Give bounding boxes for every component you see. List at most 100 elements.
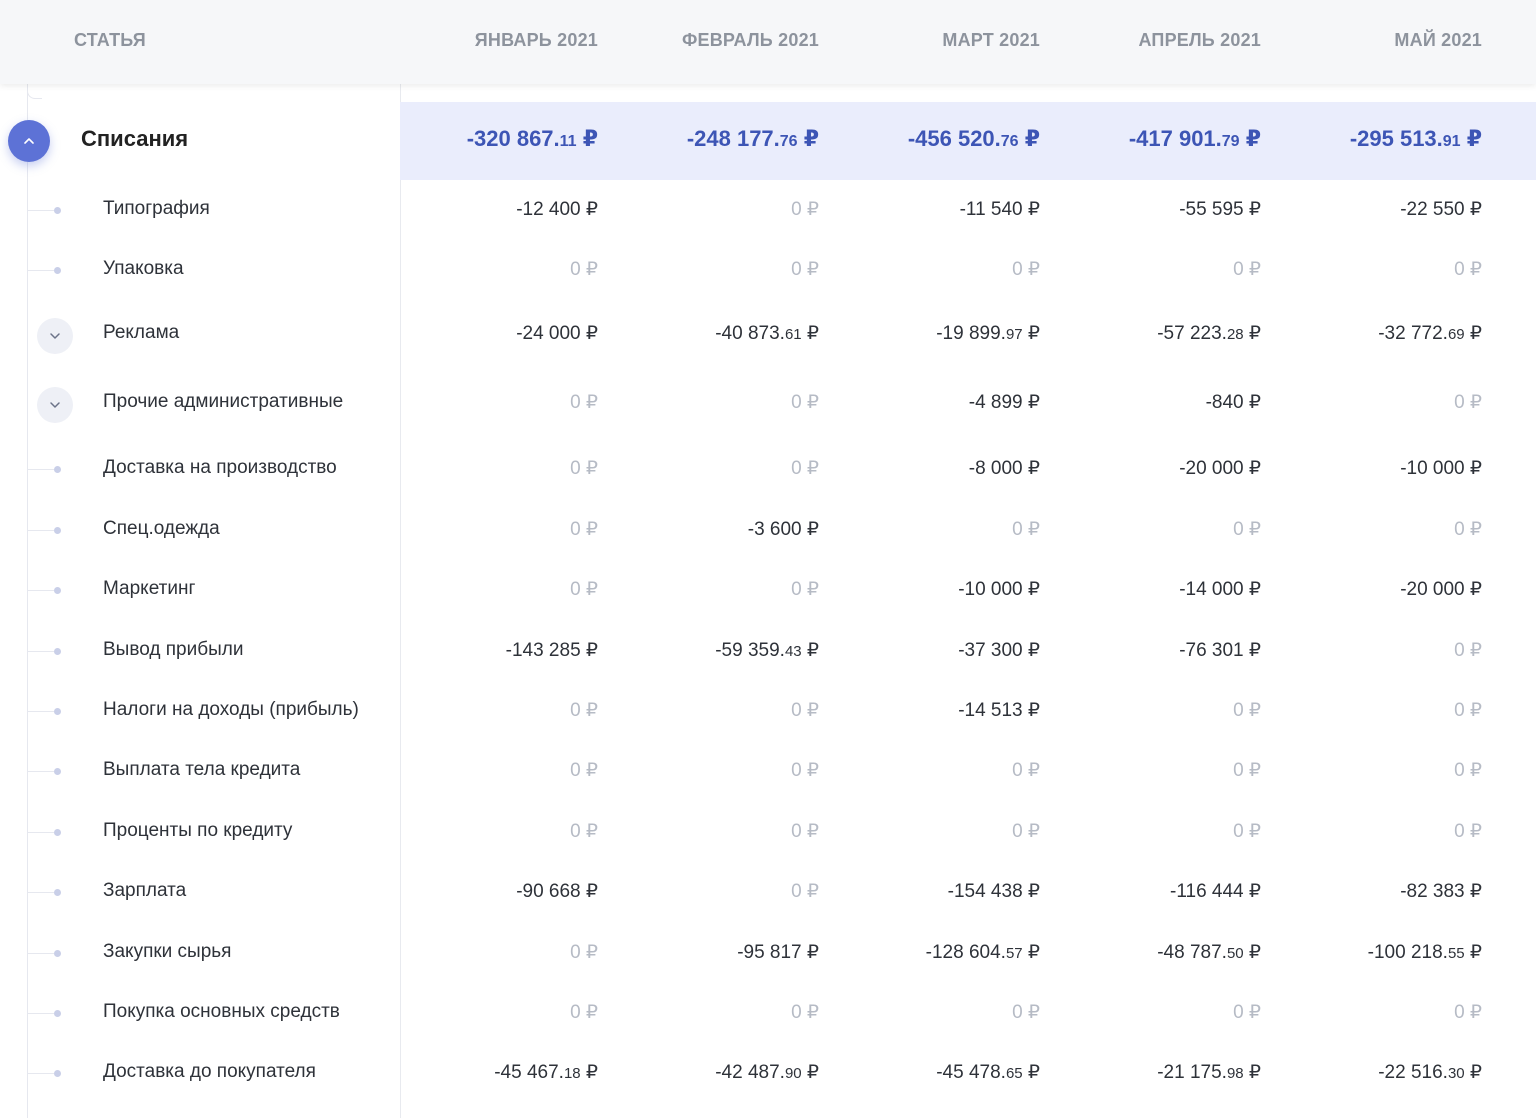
amount-cell-may[interactable]: -82 383 ₽ <box>1400 880 1482 903</box>
column-header-february[interactable]: ФЕВРАЛЬ 2021 <box>682 30 819 51</box>
table-row[interactable]: Доставка до покупателя -45 467.18 ₽ -42 48… <box>0 1049 1536 1099</box>
amount-cell-april[interactable]: -76 301 ₽ <box>1179 639 1261 662</box>
collapse-group-button[interactable] <box>8 120 50 162</box>
amount-cell-may[interactable]: -22 550 ₽ <box>1400 198 1482 221</box>
amount-cell-january[interactable]: 0 ₽ <box>570 258 598 281</box>
amount-cell-april[interactable]: 0 ₽ <box>1233 759 1261 782</box>
table-row[interactable]: Доставка на производство 0 ₽ 0 ₽ -8 000 ₽ -2… <box>0 445 1536 495</box>
column-header-may[interactable]: МАЙ 2021 <box>1394 30 1482 51</box>
amount-cell-january[interactable]: 0 ₽ <box>570 457 598 480</box>
amount-cell-january[interactable]: 0 ₽ <box>570 578 598 601</box>
column-header-april[interactable]: АПРЕЛЬ 2021 <box>1138 30 1261 51</box>
amount-cell-may[interactable]: -22 516.30 ₽ <box>1378 1061 1482 1084</box>
amount-cell-february[interactable]: 0 ₽ <box>791 457 819 480</box>
amount-cell-february[interactable]: 0 ₽ <box>791 578 819 601</box>
amount-cell-february[interactable]: 0 ₽ <box>791 820 819 843</box>
table-row[interactable]: Прочие административные 0 ₽ 0 ₽ -4 899 ₽ -84… <box>0 379 1536 429</box>
amount-cell-february[interactable]: 0 ₽ <box>791 198 819 221</box>
table-row[interactable]: Налоги на доходы (прибыль) 0 ₽ 0 ₽ -14 513 … <box>0 687 1536 737</box>
amount-cell-march[interactable]: 0 ₽ <box>1012 518 1040 541</box>
amount-cell-march[interactable]: -37 300 ₽ <box>958 639 1040 662</box>
table-row[interactable]: Покупка основных средств 0 ₽ 0 ₽ 0 ₽ 0 ₽ 0 ₽ <box>0 989 1536 1039</box>
amount-cell-march[interactable]: -4 899 ₽ <box>969 391 1040 414</box>
amount-cell-march[interactable]: -10 000 ₽ <box>958 578 1040 601</box>
amount-cell-may[interactable]: 0 ₽ <box>1454 639 1482 662</box>
amount-cell-march[interactable]: -11 540 ₽ <box>960 198 1040 221</box>
amount-cell-january[interactable]: -24 000 ₽ <box>516 322 598 345</box>
amount-cell-may[interactable]: -20 000 ₽ <box>1400 578 1482 601</box>
amount-cell-january[interactable]: 0 ₽ <box>570 941 598 964</box>
amount-cell-may[interactable]: 0 ₽ <box>1454 258 1482 281</box>
table-row[interactable]: Выплата тела кредита 0 ₽ 0 ₽ 0 ₽ 0 ₽ 0 ₽ <box>0 747 1536 797</box>
amount-cell-april[interactable]: -840 ₽ <box>1206 391 1261 414</box>
amount-cell-april[interactable]: 0 ₽ <box>1233 258 1261 281</box>
group-total-april[interactable]: -417 901.79 ₽ <box>1129 126 1261 152</box>
amount-cell-january[interactable]: 0 ₽ <box>570 1001 598 1024</box>
group-total-january[interactable]: -320 867.11 ₽ <box>467 126 598 152</box>
amount-cell-february[interactable]: 0 ₽ <box>791 759 819 782</box>
amount-cell-january[interactable]: -45 467.18 ₽ <box>494 1061 598 1084</box>
amount-cell-march[interactable]: -14 513 ₽ <box>958 699 1040 722</box>
expand-row-button[interactable] <box>37 318 73 354</box>
amount-cell-february[interactable]: 0 ₽ <box>791 1001 819 1024</box>
amount-cell-march[interactable]: 0 ₽ <box>1012 820 1040 843</box>
amount-cell-march[interactable]: 0 ₽ <box>1012 258 1040 281</box>
amount-cell-april[interactable]: 0 ₽ <box>1233 1001 1261 1024</box>
amount-cell-february[interactable]: 0 ₽ <box>791 699 819 722</box>
amount-cell-march[interactable]: -8 000 ₽ <box>969 457 1040 480</box>
amount-cell-february[interactable]: -40 873.61 ₽ <box>715 322 819 345</box>
table-row[interactable]: Закупки сырья 0 ₽ -95 817 ₽ -128 604.57 ₽ -4… <box>0 929 1536 979</box>
amount-cell-may[interactable]: 0 ₽ <box>1454 518 1482 541</box>
amount-cell-april[interactable]: 0 ₽ <box>1233 820 1261 843</box>
table-row[interactable]: Типография -12 400 ₽ 0 ₽ -11 540 ₽ -55 595 ₽… <box>0 186 1536 236</box>
table-row[interactable]: Спец.одежда 0 ₽ -3 600 ₽ 0 ₽ 0 ₽ 0 ₽ <box>0 506 1536 556</box>
amount-cell-january[interactable]: 0 ₽ <box>570 759 598 782</box>
table-row[interactable]: Вывод прибыли -143 285 ₽ -59 359.43 ₽ -37 3… <box>0 627 1536 677</box>
amount-cell-april[interactable]: -57 223.28 ₽ <box>1157 322 1261 345</box>
amount-cell-february[interactable]: 0 ₽ <box>791 258 819 281</box>
group-total-march[interactable]: -456 520.76 ₽ <box>908 126 1040 152</box>
table-row[interactable]: Проценты по кредиту 0 ₽ 0 ₽ 0 ₽ 0 ₽ 0 ₽ <box>0 808 1536 858</box>
amount-cell-april[interactable]: -21 175.98 ₽ <box>1157 1061 1261 1084</box>
amount-cell-february[interactable]: -3 600 ₽ <box>748 518 819 541</box>
amount-cell-april[interactable]: -48 787.50 ₽ <box>1157 941 1261 964</box>
amount-cell-january[interactable]: -90 668 ₽ <box>516 880 598 903</box>
amount-cell-march[interactable]: -19 899.97 ₽ <box>936 322 1040 345</box>
group-total-may[interactable]: -295 513.91 ₽ <box>1350 126 1482 152</box>
amount-cell-may[interactable]: 0 ₽ <box>1454 391 1482 414</box>
amount-cell-april[interactable]: -55 595 ₽ <box>1179 198 1261 221</box>
expand-row-button[interactable] <box>37 387 73 423</box>
amount-cell-april[interactable]: 0 ₽ <box>1233 518 1261 541</box>
amount-cell-march[interactable]: 0 ₽ <box>1012 759 1040 782</box>
table-row[interactable]: Упаковка 0 ₽ 0 ₽ 0 ₽ 0 ₽ 0 ₽ <box>0 246 1536 296</box>
amount-cell-may[interactable]: -100 218.55 ₽ <box>1368 941 1482 964</box>
amount-cell-february[interactable]: 0 ₽ <box>791 880 819 903</box>
amount-cell-february[interactable]: -59 359.43 ₽ <box>715 639 819 662</box>
amount-cell-february[interactable]: -95 817 ₽ <box>737 941 819 964</box>
amount-cell-january[interactable]: -143 285 ₽ <box>506 639 598 662</box>
amount-cell-may[interactable]: 0 ₽ <box>1454 759 1482 782</box>
amount-cell-april[interactable]: 0 ₽ <box>1233 699 1261 722</box>
amount-cell-april[interactable]: -20 000 ₽ <box>1179 457 1261 480</box>
column-header-march[interactable]: МАРТ 2021 <box>942 30 1040 51</box>
amount-cell-february[interactable]: -42 487.90 ₽ <box>715 1061 819 1084</box>
amount-cell-may[interactable]: 0 ₽ <box>1454 699 1482 722</box>
amount-cell-may[interactable]: 0 ₽ <box>1454 820 1482 843</box>
amount-cell-march[interactable]: -128 604.57 ₽ <box>926 941 1040 964</box>
amount-cell-january[interactable]: 0 ₽ <box>570 699 598 722</box>
amount-cell-february[interactable]: 0 ₽ <box>791 391 819 414</box>
amount-cell-january[interactable]: 0 ₽ <box>570 391 598 414</box>
column-header-article[interactable]: СТАТЬЯ <box>74 30 146 51</box>
amount-cell-march[interactable]: 0 ₽ <box>1012 1001 1040 1024</box>
amount-cell-march[interactable]: -45 478.65 ₽ <box>936 1061 1040 1084</box>
amount-cell-may[interactable]: -32 772.69 ₽ <box>1378 322 1482 345</box>
amount-cell-january[interactable]: 0 ₽ <box>570 518 598 541</box>
table-row[interactable]: Реклама -24 000 ₽ -40 873.61 ₽ -19 899.97 ₽… <box>0 310 1536 360</box>
amount-cell-april[interactable]: -14 000 ₽ <box>1179 578 1261 601</box>
table-row[interactable]: Зарплата -90 668 ₽ 0 ₽ -154 438 ₽ -116 444 ₽… <box>0 868 1536 918</box>
group-total-february[interactable]: -248 177.76 ₽ <box>687 126 819 152</box>
amount-cell-january[interactable]: -12 400 ₽ <box>516 198 598 221</box>
amount-cell-april[interactable]: -116 444 ₽ <box>1170 880 1261 903</box>
amount-cell-march[interactable]: -154 438 ₽ <box>948 880 1040 903</box>
amount-cell-may[interactable]: 0 ₽ <box>1454 1001 1482 1024</box>
